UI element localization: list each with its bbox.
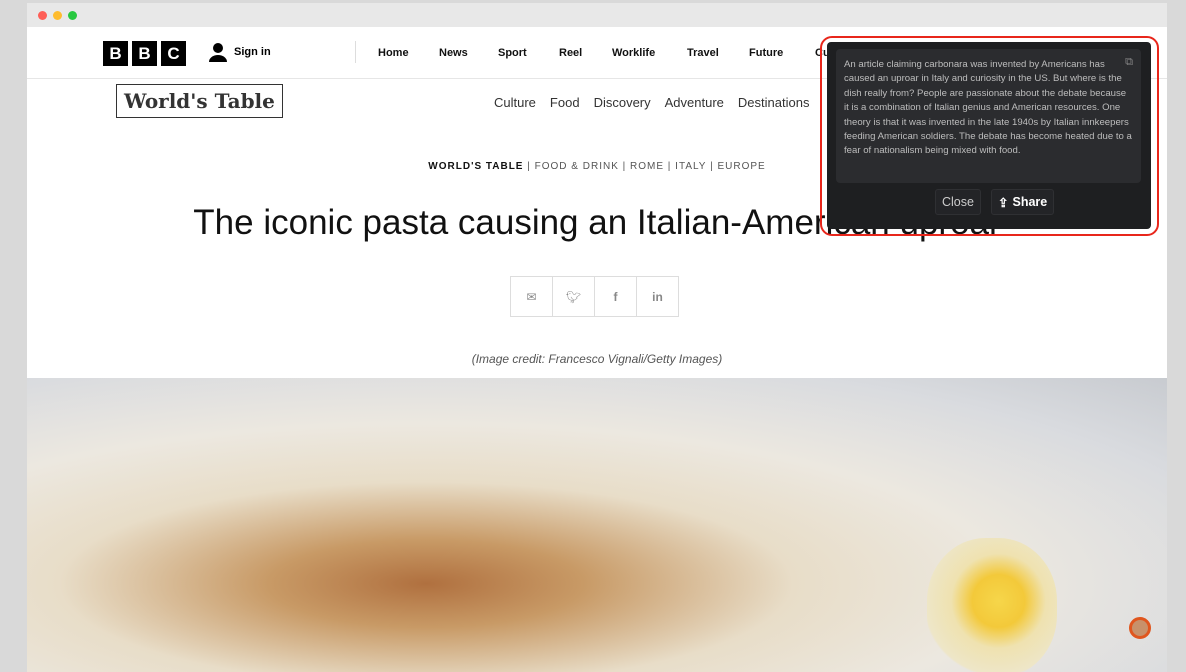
summary-text: An article claiming carbonara was invent… [844, 59, 1132, 157]
nav-reel[interactable]: Reel [559, 47, 582, 59]
logo-b: B [103, 41, 128, 66]
subnav-adventure[interactable]: Adventure [665, 95, 724, 110]
facebook-icon[interactable]: f [594, 276, 637, 317]
subnav-food[interactable]: Food [550, 95, 580, 110]
summary-text-box: An article claiming carbonara was invent… [836, 49, 1141, 183]
assistant-avatar-icon[interactable] [1129, 617, 1151, 639]
minimize-window-button[interactable] [53, 11, 62, 20]
share-button[interactable]: ⇪ Share [991, 189, 1055, 215]
sign-in-link[interactable]: Sign in [208, 42, 271, 62]
maximize-window-button[interactable] [68, 11, 77, 20]
worlds-table-logo[interactable]: World's Table [116, 84, 283, 118]
nav-travel[interactable]: Travel [687, 47, 719, 59]
image-credit: (Image credit: Francesco Vignali/Getty I… [471, 352, 723, 366]
summary-popup: An article claiming carbonara was invent… [827, 42, 1151, 229]
nav-home[interactable]: Home [378, 47, 409, 59]
nav-future[interactable]: Future [749, 47, 783, 59]
subnav-destinations[interactable]: Destinations [738, 95, 810, 110]
subnav-culture[interactable]: Culture [494, 95, 536, 110]
close-button[interactable]: Close [935, 189, 981, 215]
nav-news[interactable]: News [439, 47, 468, 59]
email-icon[interactable]: ✉ [510, 276, 553, 317]
bbc-logo[interactable]: B B C [103, 41, 186, 66]
twitter-icon[interactable]: 🐦︎ [552, 276, 595, 317]
divider [355, 41, 356, 63]
linkedin-icon[interactable]: in [636, 276, 679, 317]
nav-worklife[interactable]: Worklife [612, 47, 655, 59]
share-buttons: ✉ 🐦︎ f in [510, 276, 679, 317]
logo-b: B [132, 41, 157, 66]
breadcrumb-rest[interactable]: | FOOD & DRINK | ROME | ITALY | EUROPE [523, 161, 765, 172]
title-bar [27, 3, 1167, 27]
sign-in-label: Sign in [234, 46, 271, 58]
user-icon [209, 43, 227, 62]
copy-icon[interactable]: ⧉ [1125, 55, 1133, 69]
close-window-button[interactable] [38, 11, 47, 20]
close-label: Close [942, 195, 974, 209]
hero-image [27, 378, 1167, 672]
breadcrumb-lead[interactable]: WORLD'S TABLE [428, 161, 523, 172]
rigatoni-detail [927, 538, 1057, 672]
nav-sport[interactable]: Sport [498, 47, 527, 59]
share-label: Share [1012, 195, 1048, 209]
logo-c: C [161, 41, 186, 66]
subnav-discovery[interactable]: Discovery [594, 95, 651, 110]
upload-icon: ⇪ [998, 195, 1009, 210]
